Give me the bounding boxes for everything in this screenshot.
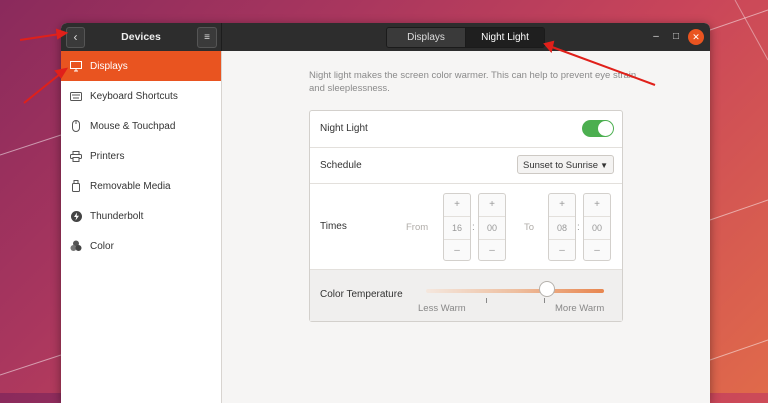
annotation-arrows [19, 28, 656, 104]
